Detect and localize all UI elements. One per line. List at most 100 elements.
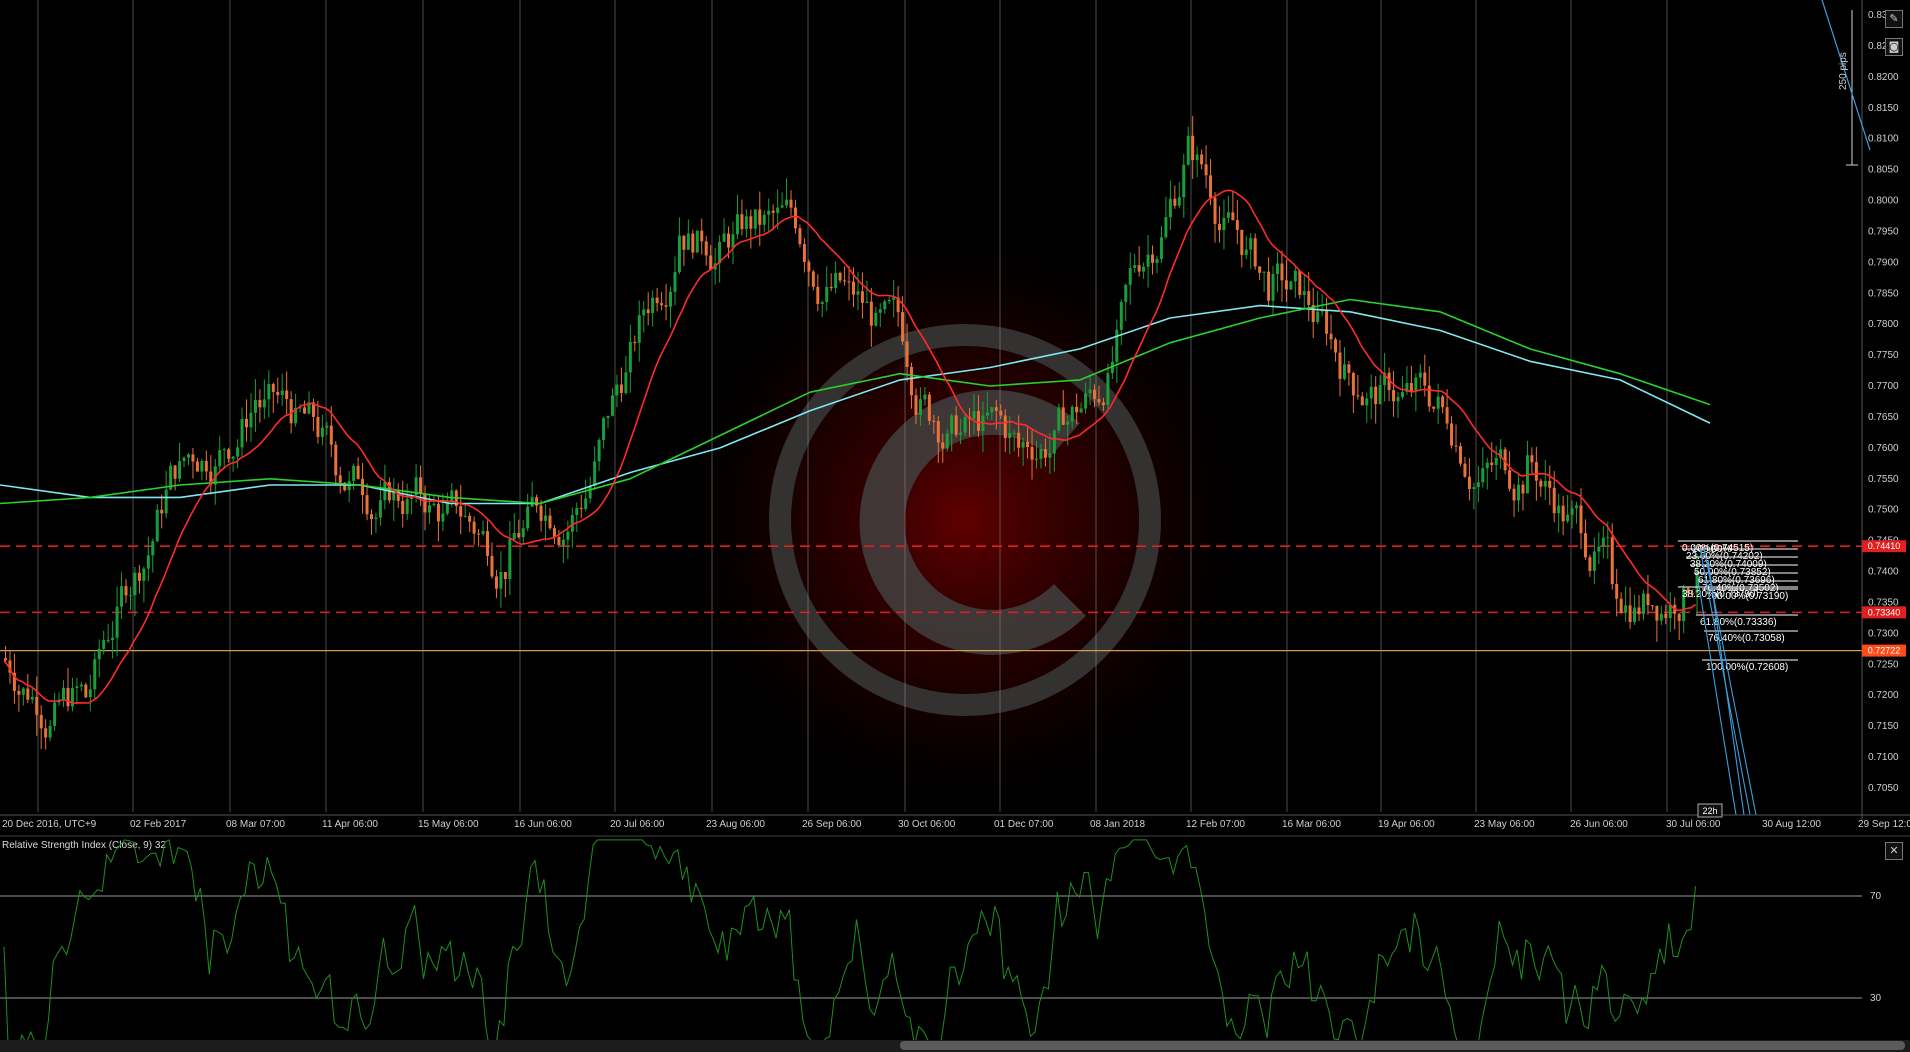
candle-body bbox=[1508, 470, 1512, 489]
candle-body bbox=[910, 366, 914, 396]
candle-body bbox=[30, 696, 34, 700]
candle-body bbox=[1222, 217, 1226, 231]
candle-body bbox=[976, 411, 980, 431]
candle-body bbox=[1650, 605, 1654, 607]
candle-body bbox=[878, 309, 882, 313]
price-tick-label: 0.7500 bbox=[1868, 505, 1899, 516]
candle-body bbox=[1432, 406, 1436, 409]
candle-body bbox=[1579, 505, 1583, 534]
time-label: 23 May 06:00 bbox=[1474, 819, 1535, 830]
candle-body bbox=[1534, 462, 1538, 481]
candle-body bbox=[1021, 441, 1025, 448]
candle-body bbox=[941, 442, 945, 449]
candle-body bbox=[1485, 462, 1489, 469]
candle-body bbox=[1342, 364, 1346, 379]
candle-body bbox=[1450, 423, 1454, 446]
candle-body bbox=[1226, 212, 1230, 218]
price-tick-label: 0.8000 bbox=[1868, 196, 1899, 207]
time-label: 12 Feb 07:00 bbox=[1186, 819, 1245, 830]
candle-body bbox=[151, 541, 155, 556]
candle-body bbox=[481, 531, 485, 534]
pencil-box-icon[interactable]: ✎ bbox=[1885, 10, 1903, 28]
candle-body bbox=[1494, 457, 1498, 466]
time-label: 02 Feb 2017 bbox=[130, 819, 187, 830]
candle-body bbox=[1191, 135, 1195, 161]
candle-body bbox=[1316, 311, 1320, 323]
candle-body bbox=[646, 309, 650, 314]
candle-body bbox=[544, 515, 548, 521]
candle-body bbox=[21, 688, 25, 695]
candle-body bbox=[1244, 249, 1248, 255]
candle-body bbox=[535, 497, 539, 506]
candle-body bbox=[1360, 396, 1364, 406]
price-tick-label: 0.7800 bbox=[1868, 319, 1899, 330]
candle-body bbox=[1289, 281, 1293, 290]
candle-body bbox=[1374, 386, 1378, 405]
candle-body bbox=[240, 418, 244, 448]
candle-body bbox=[303, 407, 307, 414]
candle-body bbox=[66, 687, 70, 707]
candle-body bbox=[887, 299, 891, 302]
price-tick-label: 0.7300 bbox=[1868, 628, 1899, 639]
candle-body bbox=[423, 493, 427, 513]
candle-body bbox=[1588, 557, 1592, 571]
candle-body bbox=[93, 659, 97, 690]
chart-canvas[interactable]: 0.00%(0.74515)23.60%(0.74202)38.20%(0.74… bbox=[0, 0, 1910, 1052]
candle-body bbox=[1293, 270, 1297, 282]
price-tick-label: 0.7050 bbox=[1868, 783, 1899, 794]
candle-body bbox=[1271, 274, 1275, 301]
candle-body bbox=[62, 687, 66, 700]
candle-body bbox=[48, 725, 52, 738]
candle-body bbox=[1235, 220, 1239, 230]
candle-body bbox=[588, 485, 592, 499]
candle-body bbox=[1159, 237, 1163, 259]
fib-level-label: 100.00%(0.72608) bbox=[1706, 662, 1788, 673]
candle-body bbox=[985, 412, 989, 416]
candle-body bbox=[4, 658, 7, 661]
close-icon[interactable]: ✕ bbox=[1885, 842, 1903, 860]
candle-body bbox=[548, 515, 552, 529]
candle-body bbox=[432, 503, 436, 506]
candle-body bbox=[615, 384, 619, 396]
camera-icon[interactable]: ◙ bbox=[1885, 38, 1903, 56]
candle-body bbox=[1369, 386, 1373, 399]
candle-body bbox=[874, 312, 878, 326]
candle-body bbox=[1615, 584, 1619, 599]
candle-body bbox=[204, 460, 208, 472]
candle-body bbox=[1097, 399, 1101, 403]
candle-body bbox=[834, 272, 838, 289]
candle-body bbox=[334, 444, 338, 476]
scrollbar-thumb[interactable] bbox=[900, 1041, 1905, 1050]
candle-body bbox=[494, 576, 498, 589]
svg-text:22h: 22h bbox=[1702, 806, 1717, 816]
price-tick-label: 0.7950 bbox=[1868, 226, 1899, 237]
candle-body bbox=[1209, 175, 1213, 198]
candle-body bbox=[164, 489, 168, 514]
pips-label: 250 pips bbox=[1838, 52, 1849, 90]
candle-body bbox=[610, 395, 614, 416]
candle-body bbox=[182, 457, 186, 462]
candle-body bbox=[1093, 389, 1097, 400]
candle-body bbox=[1039, 449, 1043, 459]
rsi-path bbox=[3, 839, 1696, 1052]
candle-body bbox=[133, 572, 137, 596]
candle-body bbox=[39, 714, 43, 729]
candle-body bbox=[1436, 396, 1440, 409]
candle-body bbox=[1458, 446, 1462, 464]
rsi-title: Relative Strength Index (Close, 9) 32 bbox=[2, 840, 166, 851]
candle-body bbox=[1200, 154, 1204, 165]
rsi-level-70: 70 bbox=[1870, 891, 1882, 902]
candle-body bbox=[338, 475, 342, 483]
candle-body bbox=[1467, 476, 1471, 489]
candle-body bbox=[44, 728, 48, 738]
candle-body bbox=[1008, 432, 1012, 439]
candle-body bbox=[102, 640, 106, 649]
candle-body bbox=[655, 297, 659, 304]
rsi-level-30: 30 bbox=[1870, 993, 1882, 1004]
candle-body bbox=[1655, 606, 1659, 621]
candle-body bbox=[883, 301, 887, 310]
candle-body bbox=[816, 286, 820, 304]
fib-level-label: 61.80%(0.73336) bbox=[1700, 617, 1777, 628]
candle-body bbox=[249, 412, 253, 428]
price-tick-label: 0.7850 bbox=[1868, 288, 1899, 299]
